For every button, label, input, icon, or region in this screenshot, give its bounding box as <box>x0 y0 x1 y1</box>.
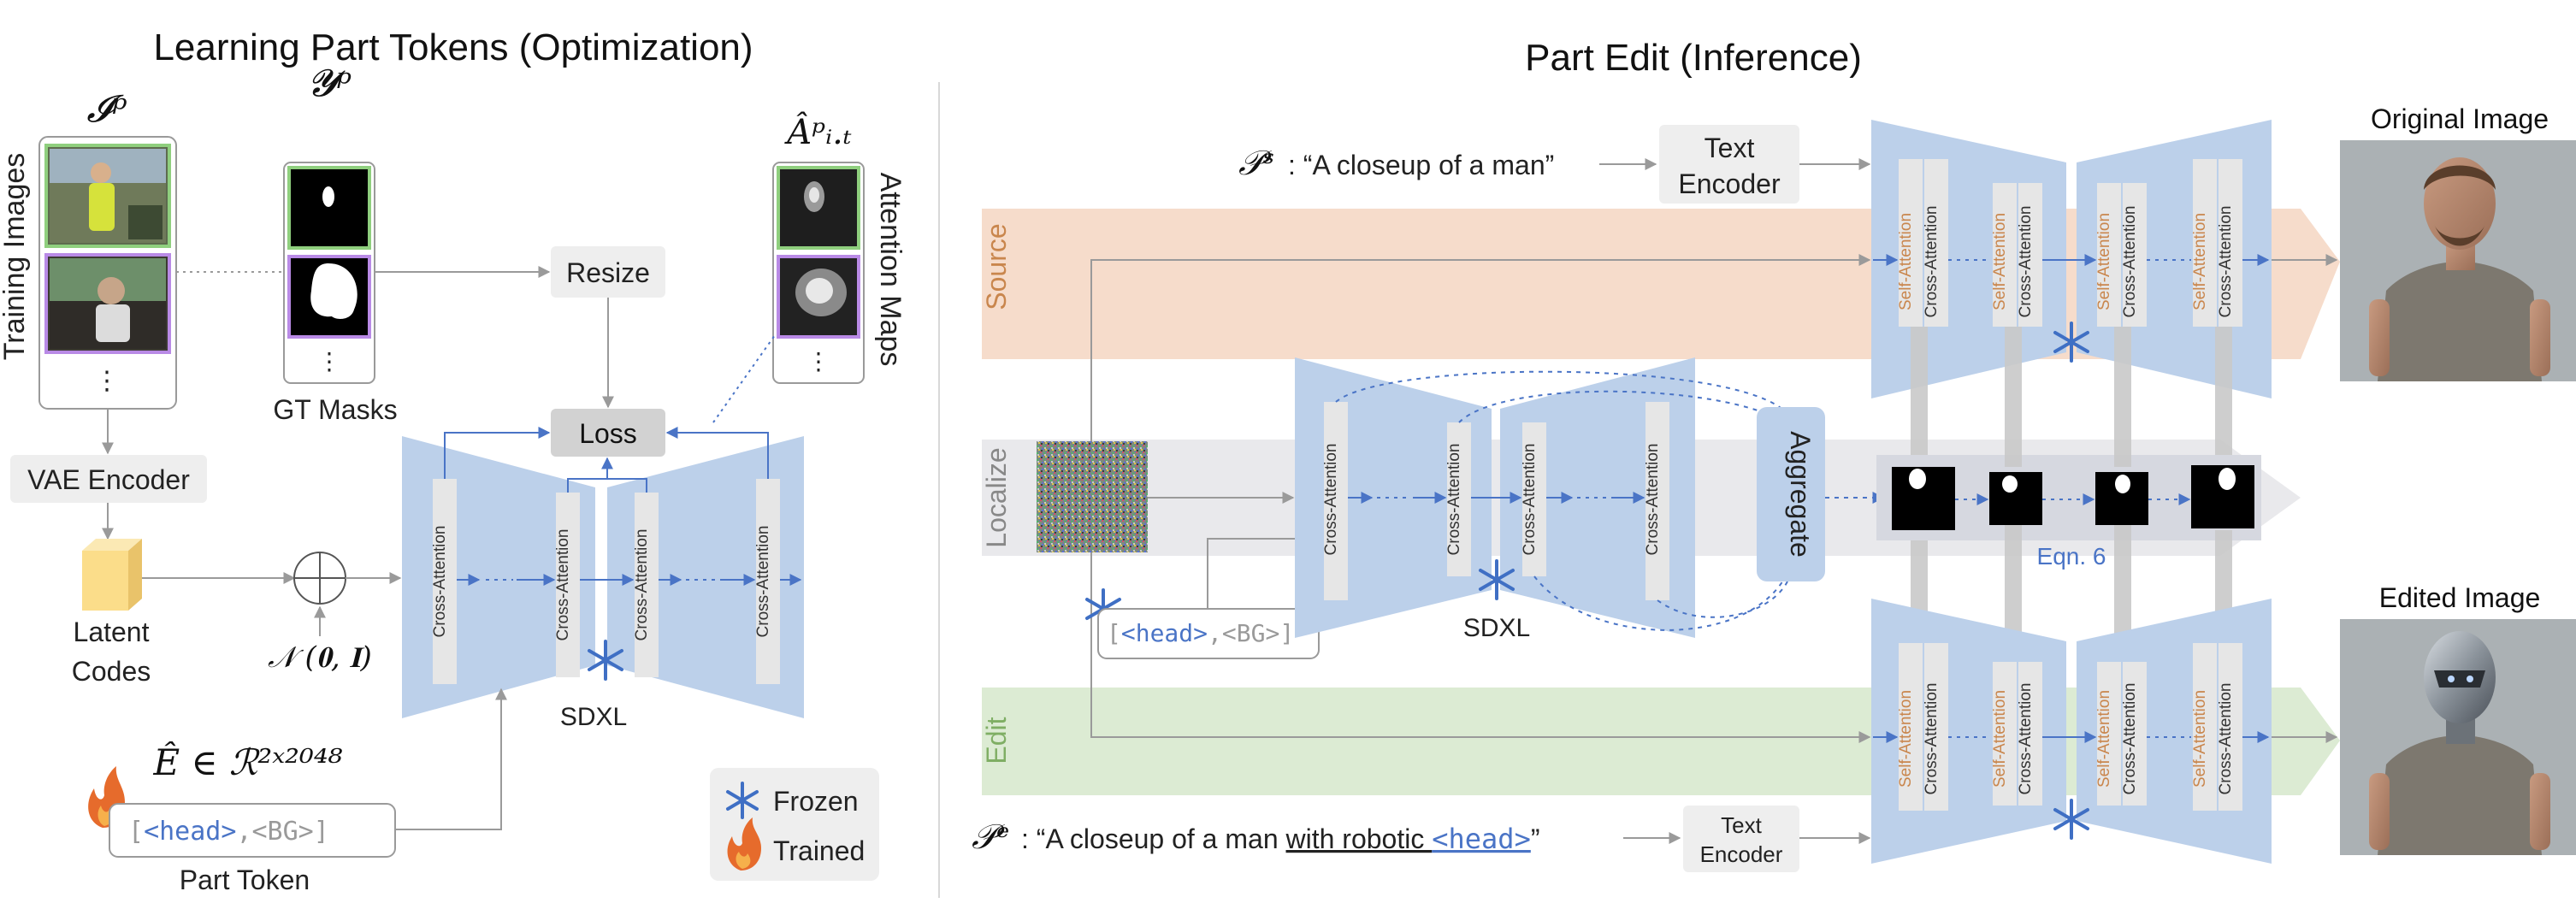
gt-masks-label: GT Masks <box>273 394 397 425</box>
svg-text:Cross-Attention: Cross-Attention <box>1445 444 1463 556</box>
localized-mask-4 <box>2191 465 2254 528</box>
add-noise-icon <box>293 552 346 605</box>
source-prompt-text: : “A closeup of a man” <box>1288 150 1554 180</box>
localized-mask-3 <box>2095 472 2148 525</box>
left-part-token-text: [<head>,<BG>] <box>128 817 329 847</box>
svg-text:Self-Attention: Self-Attention <box>1897 690 1915 788</box>
original-image <box>2340 140 2576 381</box>
gt-mask-1 <box>287 166 371 250</box>
part-token-label: Part Token <box>180 865 310 895</box>
svg-text:Cross-Attention: Cross-Attention <box>2121 683 2139 795</box>
training-image-1 <box>44 144 171 248</box>
svg-text:Cross-Attention: Cross-Attention <box>1923 206 1941 318</box>
right-part-token-text: [<head>,<BG>] <box>1107 619 1294 647</box>
svg-text:Cross-Attention: Cross-Attention <box>554 529 572 641</box>
svg-text:Cross-Attention: Cross-Attention <box>431 526 449 638</box>
svg-text:Self-Attention: Self-Attention <box>1897 213 1915 310</box>
gt-mask-2 <box>287 255 371 339</box>
svg-text:Self-Attention: Self-Attention <box>2191 213 2209 310</box>
ip-symbol: 𝓘ᵖ <box>86 87 127 131</box>
noise-latent-image <box>1037 441 1148 552</box>
method-diagram: Learning Part Tokens (Optimization) Trai… <box>0 27 2576 898</box>
localize-label: Localize <box>981 447 1012 547</box>
attention-maps-dots: ⋮ <box>806 348 830 375</box>
gt-masks-dots: ⋮ <box>317 348 341 375</box>
svg-text:Self-Attention: Self-Attention <box>1991 690 2009 788</box>
left-title: Learning Part Tokens (Optimization) <box>153 27 753 68</box>
attention-map-1 <box>777 166 860 250</box>
left-sdxl-label: SDXL <box>560 703 627 731</box>
loss-to-attention-dotted <box>712 334 776 423</box>
latent-cube-icon <box>82 539 142 611</box>
attention-map-2 <box>777 255 860 339</box>
attention-map-symbol: Âᵖᵢ.ₜ <box>783 112 852 152</box>
edit-label: Edit <box>981 717 1012 764</box>
training-image-2 <box>44 253 171 354</box>
svg-text:Cross-Attention: Cross-Attention <box>633 529 651 641</box>
svg-text:Encoder: Encoder <box>1700 841 1783 867</box>
svg-text:Cross-Attention: Cross-Attention <box>1322 444 1340 556</box>
svg-text:Self-Attention: Self-Attention <box>2095 213 2113 310</box>
svg-text:Text: Text <box>1705 133 1755 163</box>
edit-prompt-text: : “A closeup of a man with robotic <head… <box>1021 823 1539 855</box>
svg-text:Cross-Attention: Cross-Attention <box>2017 206 2035 318</box>
edited-image <box>2340 619 2576 855</box>
edited-image-label: Edited Image <box>2379 582 2541 613</box>
resize-label: Resize <box>566 257 650 288</box>
training-images-label: Training Images <box>0 153 31 361</box>
noise-label: 𝒩 (𝟎, 𝐈) <box>268 640 372 675</box>
svg-text:Cross-Attention: Cross-Attention <box>2121 206 2139 318</box>
svg-text:Cross-Attention: Cross-Attention <box>1521 444 1539 556</box>
edit-prompt-symbol: 𝒫ᵉ <box>972 817 1009 857</box>
latent-line1: Latent <box>74 617 150 647</box>
svg-text:Encoder: Encoder <box>1678 168 1781 199</box>
legend-trained-label: Trained <box>773 835 865 866</box>
original-image-label: Original Image <box>2371 103 2549 134</box>
latent-line2: Codes <box>72 656 151 687</box>
svg-text:Self-Attention: Self-Attention <box>1991 213 2009 310</box>
svg-text:Cross-Attention: Cross-Attention <box>1923 683 1941 795</box>
right-panel: Part Edit (Inference) Source Localize Ed… <box>972 37 2576 872</box>
localized-mask-1 <box>1892 467 1955 530</box>
loss-label: Loss <box>579 418 637 449</box>
localized-mask-2 <box>1989 472 2042 525</box>
aggregate-label: Aggregate <box>1785 431 1816 558</box>
right-sdxl-label: SDXL <box>1463 614 1530 642</box>
svg-text:Cross-Attention: Cross-Attention <box>2217 206 2235 318</box>
embedding-label: Ê ∈ ℛ²ˣ²⁰⁴⁸ <box>152 741 342 783</box>
svg-text:Cross-Attention: Cross-Attention <box>2017 683 2035 795</box>
yp-symbol: 𝓨ᵖ <box>307 62 352 105</box>
attention-maps-label: Attention Maps <box>874 173 907 367</box>
source-label: Source <box>981 223 1012 310</box>
legend-frozen-label: Frozen <box>773 786 859 817</box>
svg-text:Self-Attention: Self-Attention <box>2095 690 2113 788</box>
svg-text:Cross-Attention: Cross-Attention <box>1644 444 1662 556</box>
svg-text:Cross-Attention: Cross-Attention <box>2217 683 2235 795</box>
vae-encoder-label: VAE Encoder <box>27 464 190 495</box>
left-panel: Learning Part Tokens (Optimization) Trai… <box>0 27 907 895</box>
svg-text:Text: Text <box>1721 812 1762 838</box>
eqn-label: Eqn. 6 <box>2037 543 2106 570</box>
svg-text:Cross-Attention: Cross-Attention <box>754 526 772 638</box>
training-images-dots: ⋮ <box>94 367 120 395</box>
right-title: Part Edit (Inference) <box>1525 37 1862 79</box>
source-prompt-symbol: 𝒫ˢ <box>1238 144 1274 183</box>
svg-text:Self-Attention: Self-Attention <box>2191 690 2209 788</box>
